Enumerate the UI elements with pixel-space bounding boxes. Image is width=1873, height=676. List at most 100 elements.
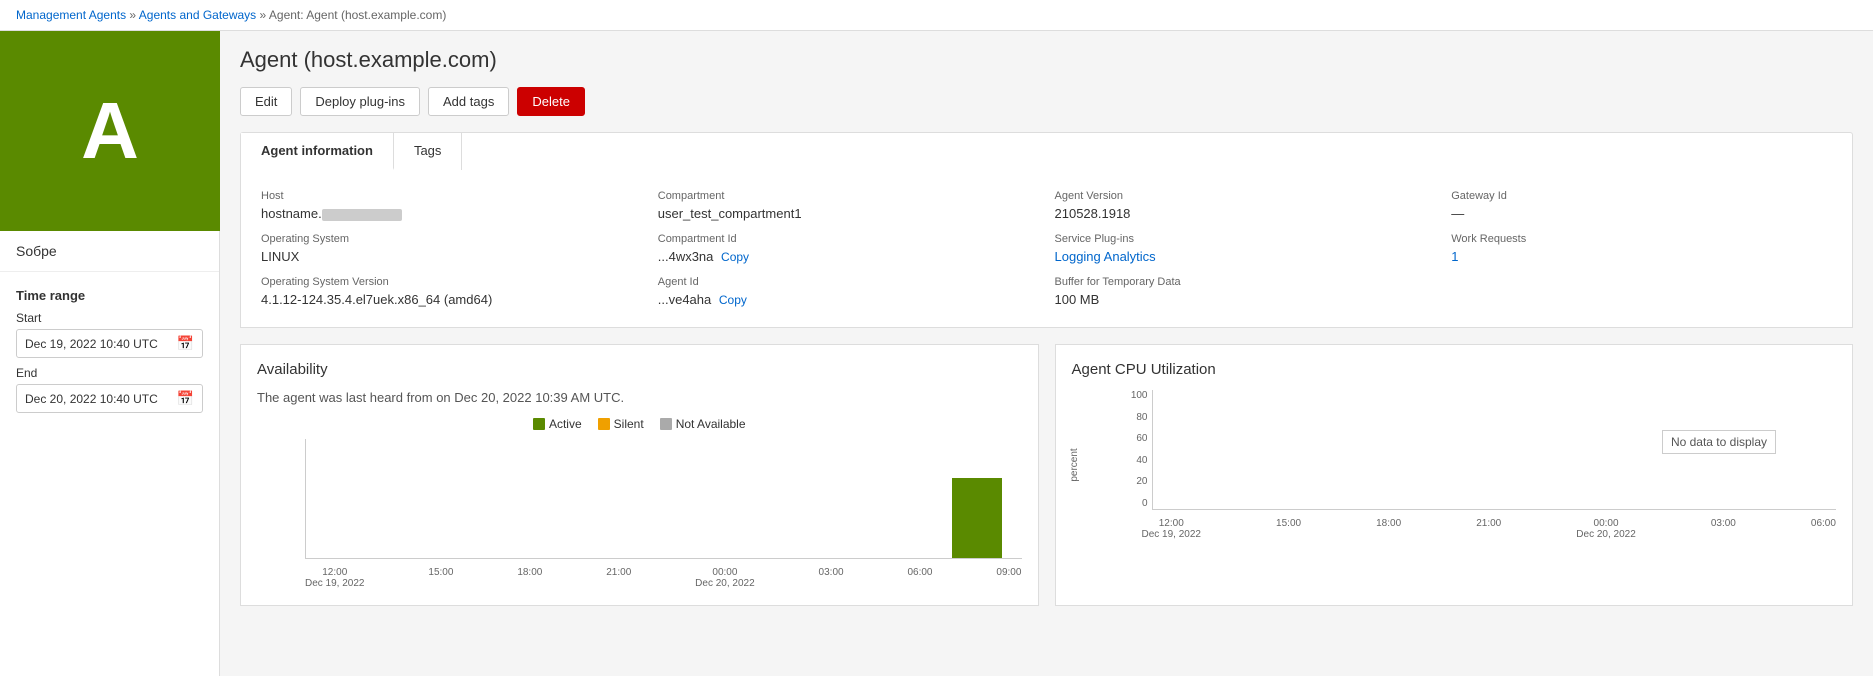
tab-agent-information[interactable]: Agent information (241, 133, 394, 170)
x-label-6: 06:00 (907, 567, 932, 589)
cpu-x-label-6: 06:00 (1811, 518, 1836, 540)
breadcrumb-sep2: » (260, 8, 269, 22)
agent-id-label: Agent Id (658, 276, 1039, 288)
compartment-id-value: ...4wx3na Copy (658, 249, 1039, 264)
gateway-id-item: Gateway Id — (1451, 190, 1832, 221)
service-plugins-item: Service Plug-ins Logging Analytics (1055, 233, 1436, 264)
legend-silent: Silent (598, 417, 644, 431)
add-tags-button[interactable]: Add tags (428, 87, 509, 116)
end-calendar-icon[interactable]: 📅 (177, 390, 194, 407)
legend-silent-label: Silent (614, 417, 644, 431)
service-plugins-value[interactable]: Logging Analytics (1055, 249, 1436, 264)
page-title: Agent (host.example.com) (240, 47, 1853, 73)
info-grid: Host hostname. Operating System LINUX Op… (261, 190, 1832, 307)
cpu-y-labels: 100 80 60 40 20 0 (1103, 390, 1148, 509)
legend-silent-dot (598, 418, 610, 430)
cpu-chart-container: percent 100 80 60 40 20 0 No data to dis… (1102, 390, 1837, 540)
x-label-3: 21:00 (606, 567, 631, 589)
breadcrumb-root[interactable]: Management Agents (16, 8, 126, 22)
cpu-x-label-0: 12:00Dec 19, 2022 (1142, 518, 1202, 540)
host-masked (322, 209, 402, 221)
cpu-x-label-1: 15:00 (1276, 518, 1301, 540)
x-label-1: 15:00 (428, 567, 453, 589)
work-requests-label: Work Requests (1451, 233, 1832, 245)
cpu-title: Agent CPU Utilization (1072, 361, 1837, 378)
start-calendar-icon[interactable]: 📅 (177, 335, 194, 352)
start-time-input[interactable]: Dec 19, 2022 10:40 UTC 📅 (16, 329, 203, 358)
os-value: LINUX (261, 249, 642, 264)
agent-version-label: Agent Version (1055, 190, 1436, 202)
x-label-5: 03:00 (819, 567, 844, 589)
agent-version-value: 210528.1918 (1055, 206, 1436, 221)
agent-avatar: A (0, 31, 220, 231)
availability-bar (952, 478, 1002, 558)
x-label-2: 18:00 (517, 567, 542, 589)
gateway-id-label: Gateway Id (1451, 190, 1832, 202)
legend-not-available: Not Available (660, 417, 746, 431)
sidebar: A Sобре Time range Start Dec 19, 2022 10… (0, 31, 220, 676)
info-col-3: Agent Version 210528.1918 Service Plug-i… (1055, 190, 1436, 307)
legend-active: Active (533, 417, 582, 431)
agent-version-item: Agent Version 210528.1918 (1055, 190, 1436, 221)
cpu-x-label-5: 03:00 (1711, 518, 1736, 540)
work-requests-item: Work Requests 1 (1451, 233, 1832, 264)
gateway-id-value: — (1451, 206, 1832, 221)
buffer-label: Buffer for Temporary Data (1055, 276, 1436, 288)
breadcrumb: Management Agents » Agents and Gateways … (0, 0, 1873, 31)
os-version-value: 4.1.12-124.35.4.el7uek.x86_64 (amd64) (261, 292, 642, 307)
availability-chart-container: 12:00Dec 19, 2022 15:00 18:00 21:00 00:0… (265, 439, 1022, 589)
agent-id-copy[interactable]: Copy (719, 293, 747, 307)
os-label: Operating System (261, 233, 642, 245)
buffer-value: 100 MB (1055, 292, 1436, 307)
legend-active-label: Active (549, 417, 582, 431)
availability-legend: Active Silent Not Available (257, 417, 1022, 431)
edit-button[interactable]: Edit (240, 87, 292, 116)
compartment-id-copy[interactable]: Copy (721, 250, 749, 264)
breadcrumb-sep1: » (129, 8, 138, 22)
delete-button[interactable]: Delete (517, 87, 585, 116)
legend-active-dot (533, 418, 545, 430)
x-label-0: 12:00Dec 19, 2022 (305, 567, 365, 589)
info-col-4: Gateway Id — Work Requests 1 (1451, 190, 1832, 307)
tab-tags[interactable]: Tags (394, 133, 462, 170)
time-range-title: Time range (16, 288, 203, 303)
end-time-input[interactable]: Dec 20, 2022 10:40 UTC 📅 (16, 384, 203, 413)
availability-panel: Availability The agent was last heard fr… (240, 344, 1039, 606)
cpu-panel: Agent CPU Utilization percent 100 80 60 … (1055, 344, 1854, 606)
main-content: Agent (host.example.com) Edit Deploy plu… (220, 31, 1873, 676)
start-label: Start (16, 311, 203, 325)
cpu-x-label-4: 00:00Dec 20, 2022 (1576, 518, 1636, 540)
legend-na-label: Not Available (676, 417, 746, 431)
os-item: Operating System LINUX (261, 233, 642, 264)
start-time-value: Dec 19, 2022 10:40 UTC (25, 337, 158, 351)
compartment-id-item: Compartment Id ...4wx3na Copy (658, 233, 1039, 264)
breadcrumb-section[interactable]: Agents and Gateways (139, 8, 256, 22)
tabs: Agent information Tags (240, 132, 1853, 170)
agent-id-value: ...ve4aha Copy (658, 292, 1039, 307)
compartment-id-label: Compartment Id (658, 233, 1039, 245)
work-requests-value[interactable]: 1 (1451, 249, 1832, 264)
host-label: Host (261, 190, 642, 202)
availability-chart-area (305, 439, 1022, 559)
compartment-label: Compartment (658, 190, 1039, 202)
availability-message: The agent was last heard from on Dec 20,… (257, 390, 1022, 405)
cpu-y-axis-label: percent (1069, 448, 1080, 481)
no-data-message: No data to display (1662, 430, 1776, 454)
cpu-x-axis: 12:00Dec 19, 2022 15:00 18:00 21:00 00:0… (1142, 514, 1837, 540)
end-label: End (16, 366, 203, 380)
cpu-x-label-3: 21:00 (1476, 518, 1501, 540)
x-label-7: 09:00 (996, 567, 1021, 589)
info-col-1: Host hostname. Operating System LINUX Op… (261, 190, 642, 307)
charts-row: Availability The agent was last heard fr… (240, 344, 1853, 606)
os-version-label: Operating System Version (261, 276, 642, 288)
host-item: Host hostname. (261, 190, 642, 221)
availability-title: Availability (257, 361, 1022, 378)
agent-id-item: Agent Id ...ve4aha Copy (658, 276, 1039, 307)
agent-info-panel: Host hostname. Operating System LINUX Op… (240, 170, 1853, 328)
cpu-x-label-2: 18:00 (1376, 518, 1401, 540)
availability-x-axis: 12:00Dec 19, 2022 15:00 18:00 21:00 00:0… (305, 563, 1022, 589)
legend-na-dot (660, 418, 672, 430)
os-version-item: Operating System Version 4.1.12-124.35.4… (261, 276, 642, 307)
deploy-button[interactable]: Deploy plug-ins (300, 87, 420, 116)
cpu-chart-area: 100 80 60 40 20 0 No data to display (1152, 390, 1837, 510)
